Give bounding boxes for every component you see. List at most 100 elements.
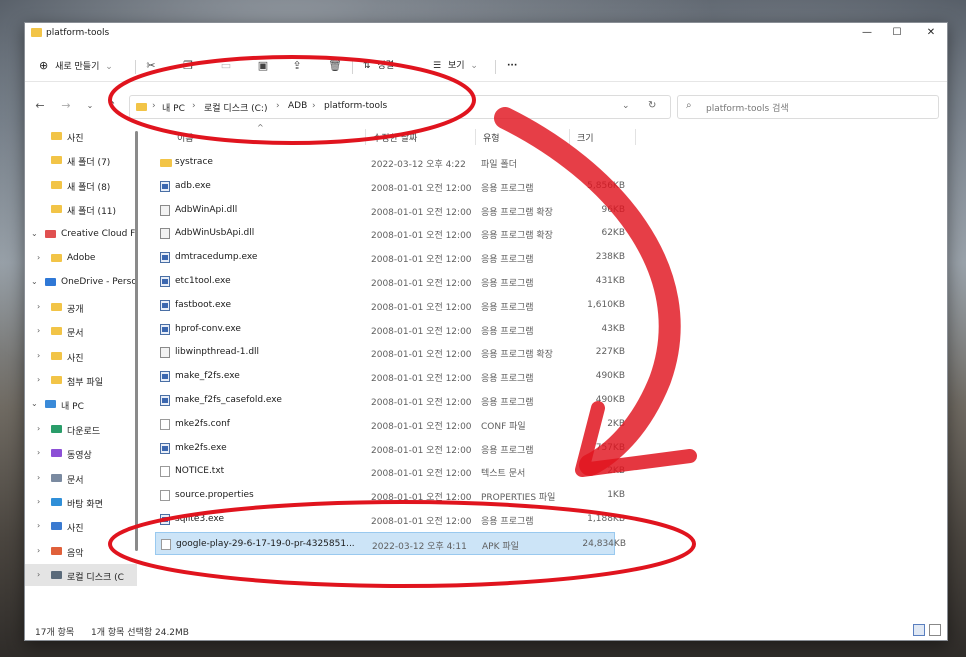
tiles-view-button[interactable] [929, 624, 941, 636]
sidebar-item[interactable]: 새 폴더 (7) [25, 149, 137, 171]
forward-arrow-icon[interactable]: → [59, 99, 73, 113]
chevron-right-icon[interactable]: › [37, 570, 40, 579]
column-header-name[interactable]: 이름 [177, 131, 194, 144]
column-header-type[interactable]: 유형 [483, 131, 500, 144]
file-date: 2008-01-01 오전 12:00 [371, 231, 472, 242]
sidebar-item[interactable]: ⌄ 내 PC [25, 393, 137, 415]
rename-icon[interactable]: ▣ [255, 58, 271, 74]
file-row[interactable]: fastboot.exe 2008-01-01 오전 12:00 응용 프로그램 1,… [155, 294, 625, 317]
chevron-right-icon[interactable]: › [37, 473, 40, 482]
back-arrow-icon[interactable]: ← [33, 99, 47, 113]
chevron-right-icon[interactable]: › [37, 302, 40, 311]
new-button[interactable]: ⊕ 새로 만들기 ⌄ [39, 58, 113, 74]
chevron-down-icon[interactable]: ⌄ [31, 277, 38, 286]
sort-button[interactable]: ⇅ 정렬 [363, 58, 394, 74]
file-date: 2008-01-01 오전 12:00 [371, 398, 472, 408]
refresh-icon[interactable]: ↻ [648, 100, 656, 111]
sidebar-item[interactable]: 사진 [25, 125, 137, 147]
column-header-size[interactable]: 크기 [577, 131, 594, 144]
sidebar-item[interactable]: › 사진 [25, 515, 137, 537]
chevron-right-icon[interactable]: › [37, 424, 40, 433]
sort-button-label: 정렬 [377, 61, 394, 71]
file-row[interactable]: dmtracedump.exe 2008-01-01 오전 12:00 응용 프로그… [155, 246, 625, 269]
file-type: 응용 프로그램 [481, 445, 534, 456]
file-row[interactable]: sqlite3.exe 2008-01-01 오전 12:00 응용 프로그램 1,1… [155, 508, 625, 531]
file-size: 490KB [595, 395, 625, 405]
sidebar-scrollbar[interactable] [135, 131, 138, 551]
sidebar-item[interactable]: › 문서 [25, 320, 137, 342]
chevron-right-icon[interactable]: › [37, 351, 40, 360]
view-button[interactable]: ☰ 보기 ⌄ [433, 58, 478, 74]
application-icon [160, 276, 170, 287]
chevron-right-icon[interactable]: › [37, 521, 40, 530]
file-row[interactable]: etc1tool.exe 2008-01-01 오전 12:00 응용 프로그램 43… [155, 270, 625, 293]
sidebar-item[interactable]: › 로컬 디스크 (C [25, 564, 137, 587]
share-icon[interactable]: ⇪ [289, 58, 305, 74]
chevron-right-icon[interactable]: › [37, 375, 40, 384]
sidebar-item[interactable]: ⌄ OneDrive - Perso [25, 271, 137, 293]
sidebar-item[interactable]: › 음악 [25, 540, 137, 562]
library-file-icon [160, 228, 170, 240]
command-bar: ⊕ 새로 만들기 ⌄ ✂ ❐ ▭ ▣ ⇪ 🗑 ⇅ 정렬 ☰ 보기 ⌄ ··· [25, 51, 947, 82]
chevron-down-icon[interactable]: ⌄ [31, 229, 38, 238]
sidebar-item[interactable]: 새 폴더 (8) [25, 174, 137, 196]
file-row[interactable]: make_f2fs_casefold.exe 2008-01-01 오전 12:0… [155, 389, 625, 412]
file-row[interactable]: NOTICE.txt 2008-01-01 오전 12:00 텍스트 문서 2KB [155, 460, 625, 483]
minimize-button[interactable]: — [859, 26, 875, 40]
details-view-button[interactable] [913, 624, 925, 636]
file-row[interactable]: libwinpthread-1.dll 2008-01-01 오전 12:00 응용… [155, 341, 625, 364]
breadcrumb-local-disk[interactable]: 로컬 디스크 (C:) [204, 101, 267, 114]
maximize-button[interactable]: ☐ [889, 26, 905, 40]
chevron-down-icon[interactable]: ⌄ [31, 399, 38, 408]
sidebar-item[interactable]: › 바탕 화면 [25, 491, 137, 513]
sidebar-item[interactable]: › 공개 [25, 296, 137, 318]
file-row[interactable]: mke2fs.exe 2008-01-01 오전 12:00 응용 프로그램 757K… [155, 437, 625, 460]
chevron-right-icon[interactable]: › [37, 253, 40, 262]
sidebar-item[interactable]: › 문서 [25, 467, 137, 489]
up-arrow-icon[interactable]: ↑ [105, 99, 119, 113]
sidebar-item[interactable]: › 동영상 [25, 442, 137, 464]
chevron-down-icon[interactable]: ⌄ [622, 101, 630, 111]
file-row[interactable]: google-play-29-6-17-19-0-pr-4325851... 20… [155, 531, 626, 555]
breadcrumb-my-pc[interactable]: 내 PC [162, 101, 185, 114]
column-header-date[interactable]: 수정한 날짜 [373, 131, 417, 144]
close-button[interactable]: ✕ [923, 26, 939, 40]
file-date: 2008-01-01 오전 12:00 [371, 183, 472, 194]
file-row[interactable]: AdbWinApi.dll 2008-01-01 오전 12:00 응용 프로그램 … [155, 199, 625, 222]
paste-icon[interactable]: ▭ [218, 58, 234, 74]
sidebar-item[interactable]: › 사진 [25, 345, 137, 367]
file-type: 응용 프로그램 [481, 279, 534, 289]
folder-icon [51, 156, 62, 165]
sidebar-item[interactable]: › 첨부 파일 [25, 369, 137, 391]
chevron-right-icon[interactable]: › [37, 326, 40, 335]
recent-locations-icon[interactable]: ⌄ [83, 99, 97, 113]
chevron-right-icon[interactable]: › [37, 497, 40, 506]
file-date: 2008-01-01 오전 12:00 [371, 326, 472, 337]
file-date: 2008-01-01 오전 12:00 [371, 302, 472, 313]
file-row[interactable]: make_f2fs.exe 2008-01-01 오전 12:00 응용 프로그램 4… [155, 365, 625, 388]
file-row[interactable]: hprof-conv.exe 2008-01-01 오전 12:00 응용 프로그램… [155, 318, 625, 341]
copy-icon[interactable]: ❐ [180, 58, 196, 74]
more-options-button[interactable]: ··· [507, 58, 517, 74]
breadcrumb-platform-tools[interactable]: platform-tools [324, 101, 387, 111]
view-button-label: 보기 [447, 61, 465, 71]
sidebar-item[interactable]: ⌄ Creative Cloud F [25, 223, 137, 245]
file-row[interactable]: adb.exe 2008-01-01 오전 12:00 응용 프로그램 5,856KB [155, 175, 625, 198]
search-box[interactable]: ⌕ platform-tools 검색 [677, 95, 939, 119]
sidebar-item[interactable]: 새 폴더 (11) [25, 198, 137, 220]
file-type: APK 파일 [482, 541, 519, 552]
chevron-right-icon[interactable]: › [37, 546, 40, 555]
file-size: 5,856KB [587, 180, 625, 191]
sidebar-item[interactable]: › Adobe [25, 247, 137, 269]
delete-icon[interactable]: 🗑 [327, 58, 343, 74]
breadcrumb-adb[interactable]: ADB [288, 101, 307, 111]
file-row[interactable]: systrace 2022-03-12 오후 4:22 파일 폴더 [155, 151, 615, 174]
chevron-right-icon[interactable]: › [37, 448, 40, 457]
address-bar[interactable]: › 내 PC › 로컬 디스크 (C:) › ADB › platform-to… [129, 95, 671, 119]
sidebar-item[interactable]: › 다운로드 [25, 418, 137, 440]
file-row[interactable]: source.properties 2008-01-01 오전 12:00 PROP… [155, 484, 625, 507]
file-row[interactable]: AdbWinUsbApi.dll 2008-01-01 오전 12:00 응용 프로… [155, 222, 625, 245]
file-row[interactable]: mke2fs.conf 2008-01-01 오전 12:00 CONF 파일 2KB [155, 413, 625, 436]
file-size: 43KB [601, 323, 625, 334]
cut-icon[interactable]: ✂ [143, 58, 159, 74]
